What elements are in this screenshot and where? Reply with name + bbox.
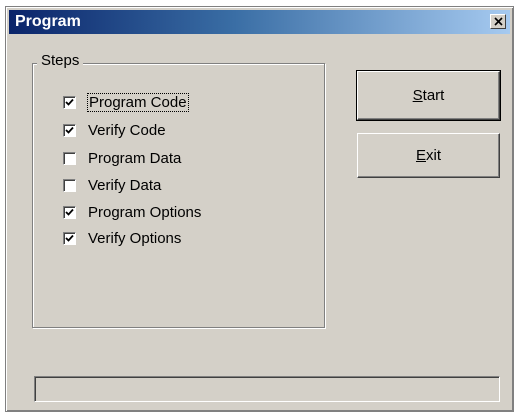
close-icon (494, 17, 503, 26)
checkmark-icon (65, 208, 74, 216)
checkmark-icon (65, 126, 74, 134)
title-bar[interactable]: Program (9, 10, 510, 34)
step-program-options[interactable]: Program Options (63, 201, 201, 223)
window-title: Program (15, 13, 81, 30)
checkmark-icon (65, 234, 74, 242)
checkbox[interactable] (63, 123, 76, 137)
step-label: Program Data (88, 149, 182, 167)
step-label: Verify Code (88, 121, 166, 139)
step-label: Verify Data (88, 176, 162, 194)
step-verify-data[interactable]: Verify Data (63, 174, 161, 196)
exit-button[interactable]: Exit (357, 133, 500, 178)
close-button[interactable] (490, 14, 506, 29)
checkbox[interactable] (63, 178, 76, 192)
checkbox[interactable] (63, 231, 76, 245)
checkmark-icon (65, 98, 74, 106)
checkbox[interactable] (63, 151, 76, 165)
start-button[interactable]: Start (356, 70, 501, 121)
step-verify-code[interactable]: Verify Code (63, 119, 166, 141)
step-program-data[interactable]: Program Data (63, 147, 181, 169)
checkbox[interactable] (63, 95, 76, 109)
step-verify-options[interactable]: Verify Options (63, 227, 181, 249)
checkbox[interactable] (63, 205, 76, 219)
steps-group-label: Steps (37, 52, 84, 69)
step-label: Program Options (88, 203, 202, 221)
progress-bar (34, 376, 500, 402)
start-button-label: Start (412, 87, 445, 104)
step-label: Verify Options (88, 229, 182, 247)
exit-button-label: Exit (415, 147, 441, 164)
step-label: Program Code (87, 92, 189, 112)
step-program-code[interactable]: Program Code (63, 91, 189, 113)
